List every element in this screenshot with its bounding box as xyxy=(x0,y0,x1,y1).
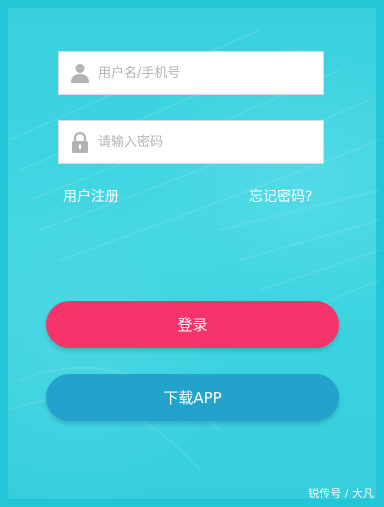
login-button-label: 登录 xyxy=(177,316,208,334)
login-button[interactable]: 登录 xyxy=(46,301,339,348)
password-input[interactable] xyxy=(98,121,323,163)
username-input[interactable] xyxy=(98,52,323,94)
download-app-button[interactable]: 下载APP xyxy=(46,374,339,421)
password-field[interactable] xyxy=(58,120,324,164)
download-app-button-label: 下载APP xyxy=(163,389,222,407)
forgot-password-link[interactable]: 忘记密码? xyxy=(249,186,312,206)
watermark: 锐传号 / 大凡 xyxy=(308,487,374,500)
login-screen: 用户注册 忘记密码? 登录 下载APP 锐传号 / 大凡 xyxy=(0,0,384,507)
lock-icon xyxy=(70,131,90,153)
username-field[interactable] xyxy=(58,51,324,95)
user-icon xyxy=(70,62,90,84)
register-link[interactable]: 用户注册 xyxy=(63,186,119,206)
